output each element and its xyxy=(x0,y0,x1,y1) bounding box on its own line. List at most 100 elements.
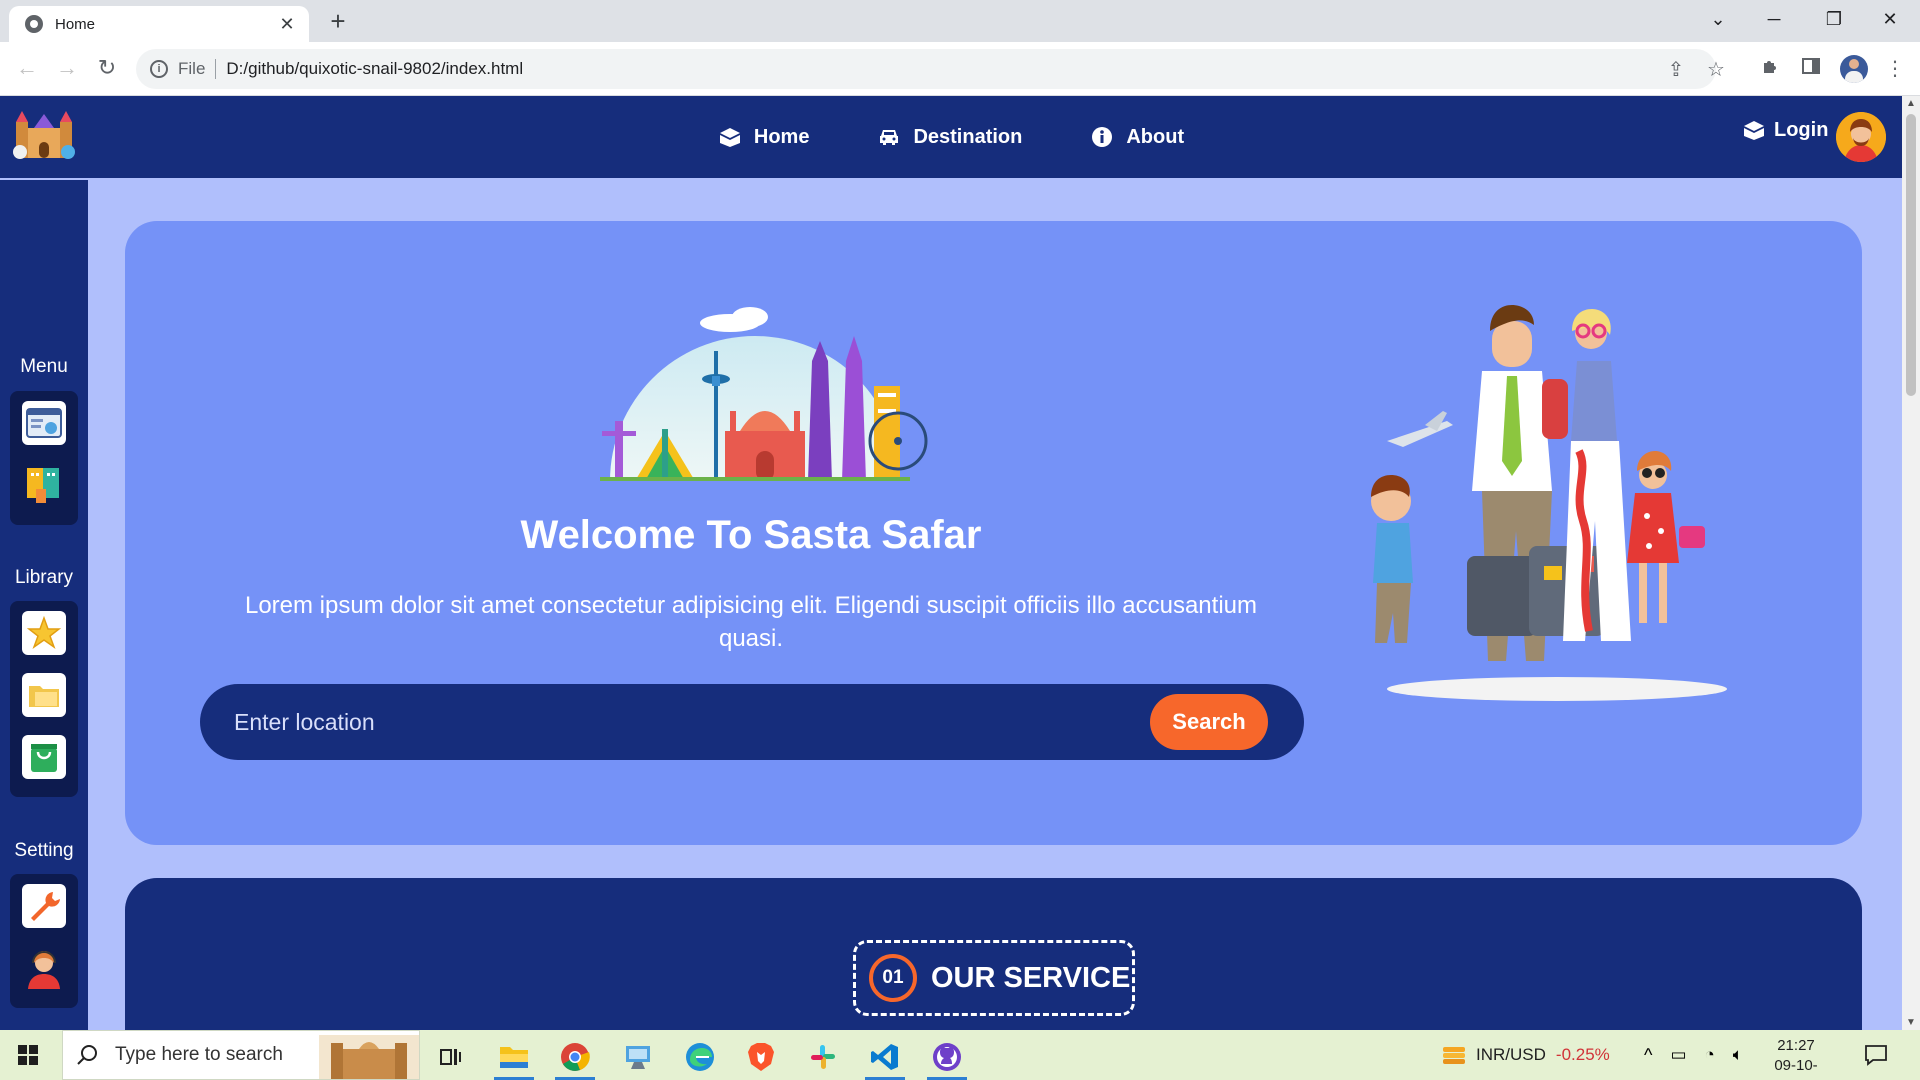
restore-button[interactable]: ❐ xyxy=(1806,0,1862,40)
extensions-puzzle-icon[interactable] xyxy=(1758,56,1784,82)
url-scheme: File xyxy=(178,59,217,79)
site-header: Home Destination About Login xyxy=(0,96,1902,178)
location-search-input[interactable] xyxy=(234,702,1104,742)
stock-ticker[interactable]: INR/USD -0.25% xyxy=(1440,1030,1610,1080)
taskbar-pc-app[interactable] xyxy=(612,1034,664,1080)
clock-date: 09-10-2023 xyxy=(1774,1057,1818,1080)
new-tab-button[interactable]: + xyxy=(322,6,354,38)
back-button[interactable]: ← xyxy=(12,54,42,84)
wifi-icon[interactable]: ◔ xyxy=(1705,1045,1715,1065)
minimize-button[interactable]: ─ xyxy=(1746,0,1802,40)
taskbar-task-view[interactable] xyxy=(424,1034,476,1080)
user-avatar[interactable] xyxy=(1836,112,1886,162)
folder-icon xyxy=(29,686,59,707)
nav-about-label: About xyxy=(1126,125,1185,148)
taskbar-search-placeholder: Type here to search xyxy=(115,1044,283,1065)
browser-tab-strip: Home ✕ + ⌄ ─ ❐ ✕ xyxy=(0,0,1920,42)
taskbar-vscode[interactable] xyxy=(859,1034,911,1080)
notifications-icon[interactable] xyxy=(1864,1030,1888,1080)
address-bar[interactable]: i File D:/github/quixotic-snail-9802/ind… xyxy=(136,49,1725,89)
location-search-bar: Search xyxy=(200,684,1304,760)
github-icon xyxy=(933,1043,961,1071)
browser-toolbar: ← → ↻ i File D:/github/quixotic-snail-98… xyxy=(0,42,1920,96)
services-number: 01 xyxy=(869,954,917,1002)
hero-subtitle: Lorem ipsum dolor sit amet consectetur a… xyxy=(244,592,1257,652)
hero-title: Welcome To Sasta Safar xyxy=(520,513,982,557)
taskbar-slack[interactable] xyxy=(797,1034,849,1080)
sidebar-item-favorites[interactable] xyxy=(22,611,66,655)
scrollbar-thumb[interactable] xyxy=(1906,114,1916,396)
page-scrollbar[interactable]: ▲ ▼ xyxy=(1902,96,1920,1030)
sidebar-item-buildings[interactable] xyxy=(22,463,66,507)
nav-destination-label: Destination xyxy=(913,125,1023,148)
vscode-icon xyxy=(871,1044,898,1070)
computer-icon xyxy=(626,1046,650,1069)
scroll-up-arrow-icon[interactable]: ▲ xyxy=(1902,98,1920,109)
forward-button[interactable]: → xyxy=(52,54,82,84)
windows-taskbar: Type here to search INR/USD -0.25% ^ ▭ ◔… xyxy=(0,1030,1920,1080)
taskbar-edge[interactable] xyxy=(674,1034,726,1080)
login-label: Login xyxy=(1774,118,1829,141)
side-panel-icon[interactable] xyxy=(1798,56,1824,82)
sidebar-heading-setting: Setting xyxy=(14,840,74,861)
services-section: 01 OUR SERVICE xyxy=(125,878,1862,1030)
sidebar-group-menu xyxy=(10,391,78,525)
sidebar-heading-menu: Menu xyxy=(20,356,68,377)
tab-close-button[interactable]: ✕ xyxy=(277,14,297,35)
ticker-change: -0.25% xyxy=(1555,1045,1610,1064)
info-circle-icon xyxy=(1090,125,1114,149)
nav-home[interactable]: Home xyxy=(718,125,810,149)
taskbar-github-desktop[interactable] xyxy=(921,1034,973,1080)
sidebar: Menu Library Setting xyxy=(0,180,88,1030)
search-button[interactable]: Search xyxy=(1150,694,1268,750)
dashboard-icon xyxy=(26,408,62,438)
taskbar-search-box[interactable]: Type here to search xyxy=(62,1030,420,1080)
sidebar-item-shopping[interactable] xyxy=(22,735,66,779)
scroll-down-arrow-icon[interactable]: ▼ xyxy=(1902,1017,1920,1028)
taskbar-file-explorer[interactable] xyxy=(488,1034,540,1080)
page-viewport: Home Destination About Login Menu Librar… xyxy=(0,96,1902,1030)
currency-stack-icon xyxy=(1443,1047,1465,1064)
url-text[interactable]: D:/github/quixotic-snail-9802/index.html xyxy=(226,59,523,79)
globe-icon xyxy=(25,15,43,33)
sidebar-group-setting xyxy=(10,874,78,1008)
show-hidden-icons-chevron-icon[interactable]: ^ xyxy=(1644,1045,1652,1066)
meet-now-icon[interactable]: ▭ xyxy=(1670,1045,1686,1065)
share-icon[interactable]: ⇪ xyxy=(1662,57,1690,82)
sidebar-item-tools[interactable] xyxy=(22,884,66,928)
system-tray: ^ ▭ ◔ 🔈︎ xyxy=(1644,1030,1743,1080)
folder-icon xyxy=(500,1047,528,1068)
bookmark-star-icon[interactable]: ☆ xyxy=(1702,57,1730,82)
login-link[interactable]: Login xyxy=(1742,118,1828,142)
browser-tab[interactable]: Home ✕ xyxy=(9,6,309,42)
star-icon xyxy=(27,616,61,649)
nav-home-label: Home xyxy=(753,125,810,148)
hero-section: Welcome To Sasta Safar Lorem ipsum dolor… xyxy=(125,221,1862,845)
volume-icon[interactable]: 🔈︎ xyxy=(1733,1045,1743,1065)
support-agent-icon xyxy=(28,951,60,989)
login-box-icon xyxy=(1742,118,1766,142)
close-window-button[interactable]: ✕ xyxy=(1862,0,1918,40)
search-highlight-fort-icon xyxy=(319,1035,419,1079)
taskbar-clock[interactable]: 21:27 09-10-2023 xyxy=(1760,1036,1832,1080)
taskbar-chrome[interactable] xyxy=(549,1034,601,1080)
travel-family-illustration xyxy=(1371,305,1727,701)
browser-menu-icon[interactable]: ⋮ xyxy=(1882,56,1908,82)
ticker-label: INR/USD xyxy=(1476,1045,1546,1064)
reload-button[interactable]: ↻ xyxy=(92,54,122,84)
windows-start-icon[interactable] xyxy=(18,1045,38,1065)
sidebar-item-support[interactable] xyxy=(22,946,66,990)
browser-profile-avatar[interactable] xyxy=(1840,55,1868,83)
clock-time: 21:27 xyxy=(1777,1037,1815,1054)
tab-search-chevron-icon[interactable]: ⌄ xyxy=(1690,0,1746,40)
sidebar-heading-library: Library xyxy=(14,567,74,588)
services-badge: 01 OUR SERVICE xyxy=(853,940,1135,1016)
taskbar-brave[interactable] xyxy=(735,1034,787,1080)
brave-lion-icon xyxy=(748,1043,774,1071)
nav-destination[interactable]: Destination xyxy=(877,125,1022,149)
search-icon xyxy=(77,1045,97,1065)
sidebar-item-folders[interactable] xyxy=(22,673,66,717)
nav-about[interactable]: About xyxy=(1090,125,1184,149)
sidebar-item-dashboard[interactable] xyxy=(22,401,66,445)
info-icon[interactable]: i xyxy=(150,60,168,78)
